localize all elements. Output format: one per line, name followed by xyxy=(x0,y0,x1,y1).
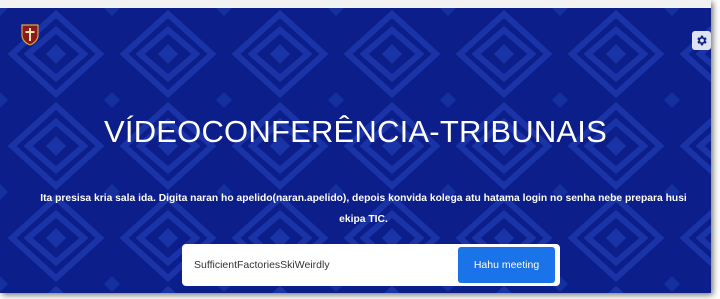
top-strip xyxy=(0,0,711,8)
meeting-form: Hahu meeting xyxy=(182,244,560,286)
welcome-page: VÍDEOCONFERÊNCIA-TRIBUNAIS Ita presisa k… xyxy=(0,0,711,293)
hero-banner: VÍDEOCONFERÊNCIA-TRIBUNAIS Ita presisa k… xyxy=(0,8,711,293)
room-name-input[interactable] xyxy=(190,250,458,280)
page-description: Ita presisa kria sala ida. Digita naran … xyxy=(40,193,687,225)
start-meeting-button[interactable]: Hahu meeting xyxy=(458,247,555,283)
settings-button[interactable] xyxy=(692,31,711,50)
gear-icon xyxy=(697,35,707,46)
tribunal-logo-icon[interactable] xyxy=(21,24,39,46)
page-title: VÍDEOCONFERÊNCIA-TRIBUNAIS xyxy=(104,114,607,149)
